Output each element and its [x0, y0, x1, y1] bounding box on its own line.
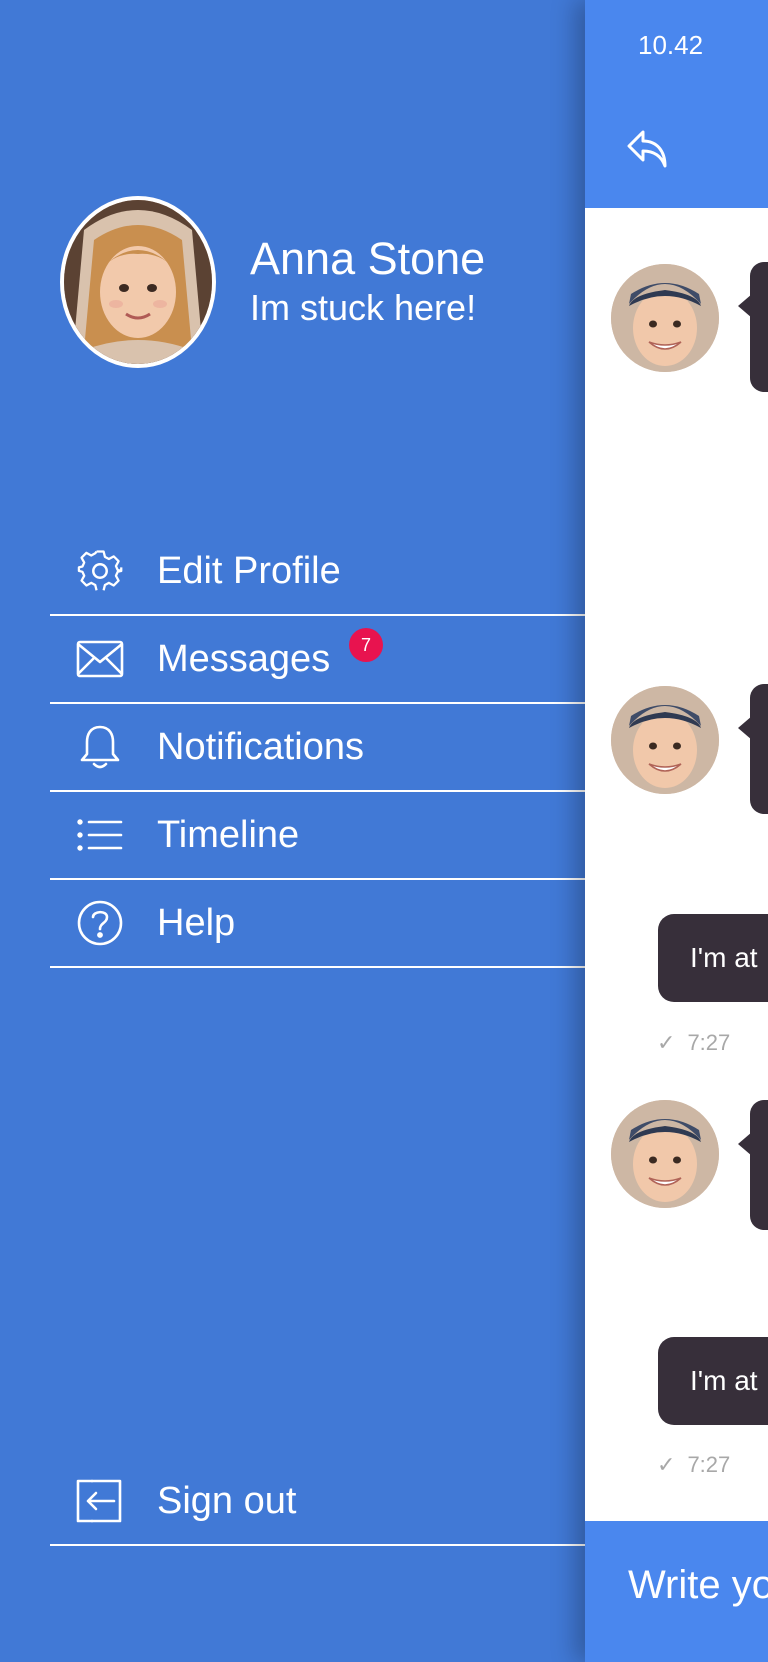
menu-item-notifications[interactable]: Notifications — [50, 704, 585, 792]
reply-back-icon[interactable] — [625, 126, 669, 170]
check-icon: ✓ — [657, 1452, 676, 1477]
menu-item-label: Edit Profile — [157, 549, 341, 592]
menu-item-label: Messages — [157, 637, 331, 680]
profile-status: Im stuck here! — [250, 287, 477, 328]
boy-portrait-icon — [611, 686, 719, 794]
envelope-icon — [76, 635, 124, 683]
message-composer — [585, 1521, 768, 1662]
drawer-menu: Edit Profile Messages Notifications Time… — [50, 528, 585, 968]
status-bar-time: 10.42 — [638, 30, 704, 60]
profile-avatar[interactable] — [60, 196, 216, 368]
incoming-message-bubble[interactable] — [738, 684, 768, 814]
incoming-message-bubble[interactable] — [738, 1100, 768, 1230]
question-circle-icon — [76, 899, 124, 947]
menu-item-messages[interactable]: Messages — [50, 616, 585, 704]
message-time: 7:27 — [687, 1030, 731, 1055]
list-icon — [76, 811, 124, 859]
message-input[interactable] — [628, 1563, 768, 1608]
profile-card[interactable]: Anna Stone Im stuck here! — [60, 196, 485, 368]
contact-avatar[interactable] — [611, 686, 719, 794]
sign-out-icon — [76, 1477, 124, 1525]
profile-text: Anna Stone Im stuck here! — [250, 234, 485, 330]
menu-item-label: Timeline — [157, 813, 300, 856]
menu-item-label: Notifications — [157, 725, 364, 768]
incoming-message-bubble[interactable] — [738, 262, 768, 392]
boy-portrait-icon — [611, 264, 719, 372]
menu-item-timeline[interactable]: Timeline — [50, 792, 585, 880]
menu-item-help[interactable]: Help — [50, 880, 585, 968]
navigation-drawer: Anna Stone Im stuck here! Edit Profile M… — [0, 0, 585, 1662]
message-time: 7:27 — [687, 1452, 731, 1477]
contact-avatar[interactable] — [611, 1100, 719, 1208]
sign-out-button[interactable]: Sign out — [50, 1458, 585, 1546]
boy-portrait-icon — [611, 1100, 719, 1208]
check-icon: ✓ — [657, 1030, 676, 1055]
sign-out-label: Sign out — [157, 1479, 297, 1522]
bell-icon — [76, 723, 124, 771]
outgoing-message-bubble[interactable]: I'm at — [658, 1337, 768, 1425]
message-meta: ✓ 7:27 — [657, 1030, 730, 1056]
gear-icon — [76, 547, 124, 595]
profile-name: Anna Stone — [250, 233, 486, 284]
menu-item-label: Help — [157, 901, 236, 944]
outgoing-message-bubble[interactable]: I'm at — [658, 914, 768, 1002]
messages-count-badge: 7 — [349, 628, 383, 662]
chat-header: 10.42 — [585, 0, 768, 208]
message-meta: ✓ 7:27 — [657, 1452, 730, 1478]
contact-avatar[interactable] — [611, 264, 719, 372]
menu-item-edit-profile[interactable]: Edit Profile — [50, 528, 585, 616]
girl-portrait-icon — [64, 200, 212, 364]
chat-screen: 10.42 I'm at ✓ 7:27 I'm at ✓ 7:27 Write … — [585, 0, 768, 1662]
